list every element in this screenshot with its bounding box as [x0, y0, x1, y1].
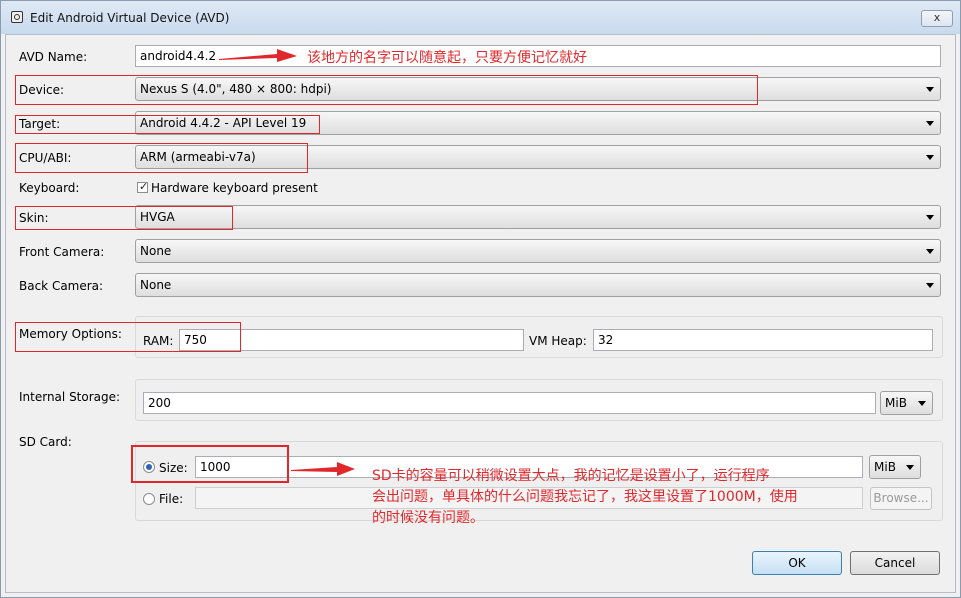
close-button[interactable]: x [921, 10, 953, 27]
title-bar: Edit Android Virtual Device (AVD) x [1, 1, 960, 34]
internal-storage-unit-value: MiB [885, 396, 907, 410]
chevron-down-icon [926, 215, 934, 220]
cpu-highlight-box [15, 143, 308, 173]
skin-highlight-box [15, 206, 233, 230]
chevron-down-icon [926, 249, 934, 254]
vm-heap-input[interactable]: 32 [593, 329, 933, 351]
close-icon: x [933, 11, 941, 24]
back-camera-select[interactable]: None [135, 273, 941, 297]
back-camera-select-value: None [140, 278, 172, 292]
internal-storage-unit-select[interactable]: MiB [880, 391, 933, 415]
eclipse-app-icon [11, 11, 23, 23]
back-camera-label: Back Camera: [19, 279, 104, 293]
memory-highlight-box [15, 322, 241, 352]
annotation-arrow-icon [291, 462, 355, 476]
sd-size-unit-value: MiB [874, 460, 896, 474]
cancel-button[interactable]: Cancel [850, 551, 940, 575]
chevron-down-icon [926, 155, 934, 160]
browse-button: Browse... [870, 487, 932, 510]
window-title: Edit Android Virtual Device (AVD) [30, 11, 230, 25]
chevron-down-icon [906, 465, 914, 470]
sd-annotation-line2: 会出问题，单具体的什么问题我忘记了，我这里设置了1000M，使用 [372, 489, 798, 505]
avd-name-label: AVD Name: [19, 50, 88, 64]
skin-select[interactable]: HVGA [135, 205, 941, 229]
annotation-arrow-icon [219, 49, 297, 62]
target-highlight-box [15, 115, 320, 134]
avd-dialog: Edit Android Virtual Device (AVD) x AVD … [0, 0, 961, 598]
chevron-down-icon [918, 401, 926, 406]
vm-heap-label: VM Heap: [529, 334, 587, 348]
front-camera-select-value: None [140, 244, 172, 258]
checkmark-icon: ✓ [139, 180, 149, 193]
avd-name-annotation: 该地方的名字可以随意起，只要方便记忆就好 [307, 50, 587, 66]
sd-annotation-line1: SD卡的容量可以稍微设置大点，我的记忆是设置小了，运行程序 [372, 468, 770, 484]
chevron-down-icon [926, 87, 934, 92]
hardware-keyboard-checkbox[interactable]: ✓ [137, 180, 149, 193]
sd-annotation-line3: 的时候没有问题。 [372, 510, 484, 526]
sd-card-label: SD Card: [19, 435, 72, 449]
ok-button[interactable]: OK [752, 551, 842, 575]
internal-storage-input[interactable]: 200 [143, 392, 876, 414]
sd-size-unit-select[interactable]: MiB [869, 455, 921, 479]
chevron-down-icon [926, 283, 934, 288]
sd-size-highlight-box [131, 445, 289, 483]
chevron-down-icon [926, 121, 934, 126]
front-camera-label: Front Camera: [19, 245, 105, 259]
hardware-keyboard-label: Hardware keyboard present [151, 181, 318, 195]
internal-storage-label: Internal Storage: [19, 390, 121, 404]
sd-file-label: File: [159, 492, 184, 506]
keyboard-label: Keyboard: [19, 181, 80, 195]
sd-file-radio[interactable] [143, 493, 155, 505]
device-highlight-box [15, 75, 758, 105]
front-camera-select[interactable]: None [135, 239, 941, 263]
